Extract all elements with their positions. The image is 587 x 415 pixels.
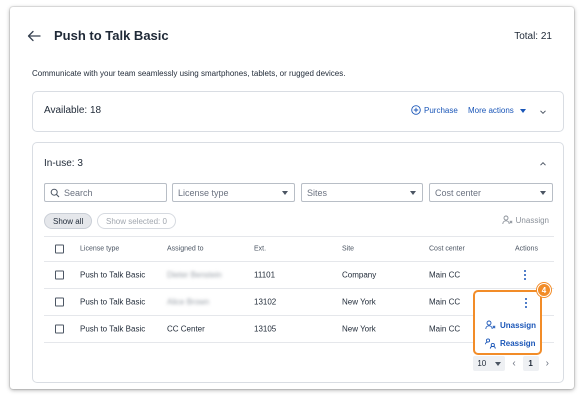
table-row: Push to Talk Basic Dieter Benstein 11101… (44, 262, 554, 289)
page-size-value: 10 (477, 359, 487, 368)
dropdown-caret-icon (540, 191, 546, 195)
purchase-label: Purchase (424, 105, 458, 115)
column-header: Site (342, 245, 355, 253)
plus-circle-icon (411, 105, 421, 115)
row-checkbox[interactable] (55, 324, 64, 334)
assigned-to-cell: CC Center (167, 324, 205, 334)
previous-page-icon[interactable]: ‹ (512, 358, 515, 369)
table-header-row: License type Assigned to Ext. Site Cost … (44, 236, 554, 262)
search-placeholder: Search (64, 187, 93, 198)
dropdown-caret-icon (495, 362, 502, 366)
next-page-icon[interactable]: › (546, 358, 549, 369)
license-type-cell: Push to Talk Basic (80, 297, 146, 307)
row-checkbox[interactable] (55, 270, 64, 280)
available-card: Available: 18 Purchase More actions (32, 91, 564, 132)
cost-center-cell: Main CC (429, 297, 461, 307)
unassign-button[interactable]: Unassign (501, 215, 549, 225)
select-all-checkbox[interactable] (55, 244, 64, 254)
site-cell: New York (342, 297, 376, 307)
column-header: License type (80, 245, 120, 253)
unassign-label: Unassign (515, 215, 549, 225)
sites-filter[interactable]: Sites (301, 183, 423, 202)
ext-cell: 13102 (254, 297, 277, 307)
cost-center-filter-label: Cost center (435, 187, 482, 198)
page-size-select[interactable]: 10 (473, 356, 506, 371)
caret-down-icon (519, 108, 526, 113)
search-icon (50, 188, 60, 197)
dropdown-caret-icon (282, 191, 288, 195)
row-actions-menu: Unassign Reassign (473, 290, 542, 355)
available-count: Available: 18 (44, 105, 102, 116)
purchase-button[interactable]: Purchase (411, 105, 458, 115)
license-type-cell: Push to Talk Basic (80, 270, 146, 280)
row-checkbox[interactable] (55, 297, 64, 307)
current-page[interactable]: 1 (522, 356, 539, 371)
back-arrow-icon[interactable] (27, 29, 41, 43)
show-all-button[interactable]: Show all (44, 213, 93, 229)
show-selected-button[interactable]: Show selected: 0 (97, 213, 176, 229)
page-description: Communicate with your team seamlessly us… (32, 69, 346, 78)
license-type-filter-label: License type (178, 187, 229, 198)
menu-item-unassign[interactable]: Unassign (485, 320, 536, 330)
menu-item-label: Reassign (500, 339, 536, 348)
total-count: Total: 21 (514, 31, 552, 42)
step-badge: 4 (537, 283, 551, 297)
more-actions-label: More actions (468, 106, 514, 115)
menu-item-reassign[interactable]: Reassign (485, 338, 536, 349)
site-cell: Company (342, 270, 377, 280)
reassign-users-icon (485, 338, 496, 349)
ext-cell: 13105 (254, 324, 277, 334)
search-input[interactable]: Search (44, 183, 167, 202)
ext-cell: 11101 (254, 270, 276, 280)
more-actions-button[interactable]: More actions (468, 106, 526, 115)
page-title: Push to Talk Basic (54, 28, 169, 43)
kebab-menu-icon[interactable] (523, 298, 529, 308)
column-header: Actions (515, 245, 538, 253)
dropdown-caret-icon (410, 191, 416, 195)
cost-center-cell: Main CC (429, 270, 461, 280)
row-actions[interactable] (522, 270, 528, 280)
in-use-count: In-use: 3 (44, 158, 83, 169)
chevron-up-icon[interactable] (538, 159, 548, 169)
unassign-user-icon (485, 320, 496, 330)
column-header: Cost center (429, 245, 465, 253)
chevron-down-icon[interactable] (538, 107, 548, 117)
column-header: Assigned to (167, 245, 204, 253)
assigned-to-cell: Alice Brown (167, 297, 210, 307)
cost-center-filter[interactable]: Cost center (429, 183, 553, 202)
sites-filter-label: Sites (307, 187, 328, 198)
menu-item-label: Unassign (500, 320, 537, 330)
license-type-cell: Push to Talk Basic (80, 324, 146, 334)
kebab-menu-icon[interactable] (522, 270, 528, 280)
unassign-user-icon (501, 215, 513, 225)
column-header: Ext. (254, 245, 267, 253)
site-cell: New York (342, 324, 376, 334)
assigned-to-cell: Dieter Benstein (167, 270, 222, 280)
main-panel: Push to Talk Basic Total: 21 Communicate… (10, 7, 574, 389)
cost-center-cell: Main CC (429, 324, 461, 334)
license-type-filter[interactable]: License type (172, 183, 295, 202)
pagination: 10 ‹ 1 › (473, 356, 549, 371)
